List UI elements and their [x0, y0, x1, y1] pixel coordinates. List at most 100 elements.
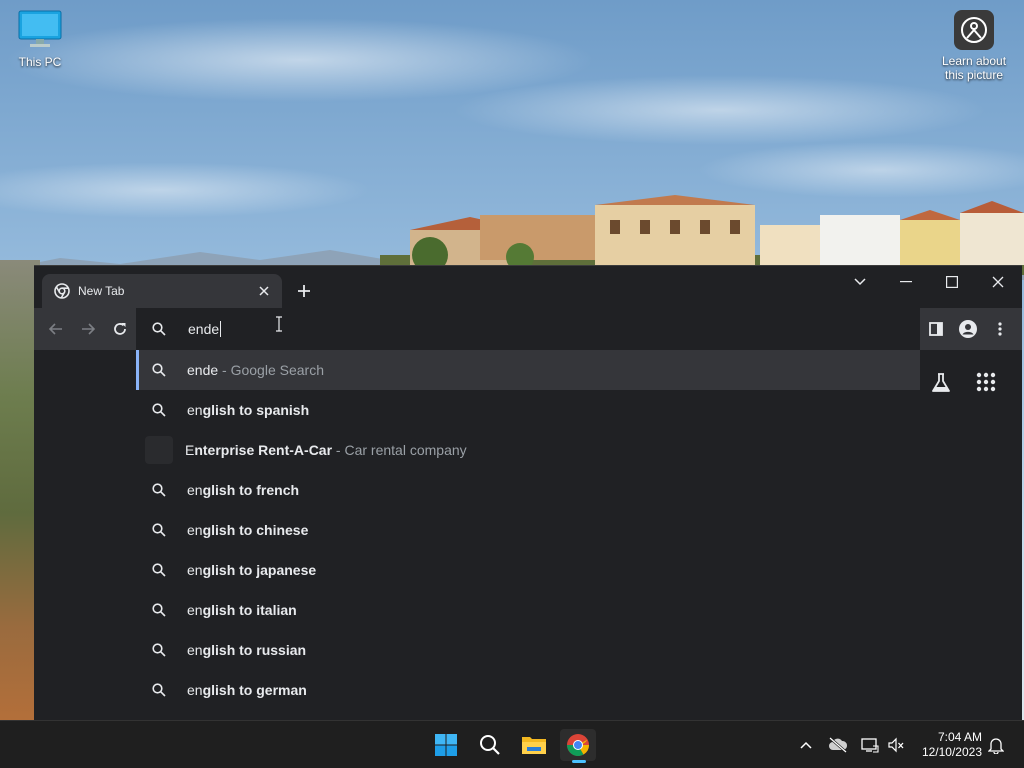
suggestion-item[interactable]: english to german — [136, 670, 920, 710]
maximize-button[interactable] — [932, 270, 972, 294]
reload-button[interactable] — [110, 319, 130, 339]
menu-button[interactable] — [990, 319, 1010, 339]
suggestion-typed: en — [187, 682, 203, 698]
suggestion-typed: en — [187, 602, 203, 618]
search-icon — [152, 683, 166, 697]
search-icon — [152, 523, 166, 537]
suggestion-typed: en — [187, 482, 203, 498]
search-icon — [152, 483, 166, 497]
forward-button[interactable] — [78, 319, 98, 339]
tab-search-button[interactable] — [840, 270, 880, 294]
suggestion-text: english to spanish — [187, 402, 309, 418]
entity-icon — [145, 436, 173, 464]
clock-time: 7:04 AM — [937, 730, 982, 744]
labs-button[interactable] — [930, 372, 952, 399]
arrow-right-icon — [82, 323, 96, 335]
ibeam-cursor-icon — [276, 316, 282, 332]
desktop-icon-label: Learn about this picture — [941, 54, 1007, 82]
suggestion-item[interactable]: english to japanese — [136, 550, 920, 590]
close-window-button[interactable] — [978, 270, 1018, 294]
suggestion-item[interactable]: ende - Google Search — [136, 350, 920, 390]
more-vertical-icon — [998, 322, 1002, 336]
search-icon — [152, 322, 166, 336]
suggestion-completion: glish to spanish — [202, 402, 310, 418]
suggestion-text: english to russian — [187, 642, 306, 658]
suggestion-typed: en — [187, 562, 203, 578]
suggestion-item[interactable]: english to russian — [136, 630, 920, 670]
network-button[interactable] — [860, 735, 880, 755]
side-panel-icon — [929, 322, 943, 336]
suggestion-completion: nterprise Rent-A-Car — [194, 442, 333, 458]
tab-close-button[interactable] — [256, 283, 272, 299]
volume-button[interactable] — [886, 735, 906, 755]
suggestion-text: ende - Google Search — [187, 362, 324, 378]
reload-icon — [114, 323, 126, 335]
folder-icon — [522, 737, 546, 754]
suggestion-text: english to japanese — [187, 562, 316, 578]
suggestion-completion: glish to german — [202, 682, 307, 698]
profile-icon — [959, 320, 977, 338]
active-app-indicator — [572, 760, 586, 763]
suggestion-item[interactable]: english to italian — [136, 590, 920, 630]
tab-new-tab[interactable]: New Tab — [42, 274, 282, 308]
suggestion-completion: glish to japanese — [202, 562, 317, 578]
system-clock[interactable]: 7:04 AM 12/10/2023 — [912, 730, 982, 760]
arrow-left-icon — [48, 323, 62, 335]
suggestion-typed: E — [185, 442, 195, 458]
suggestion-text: english to chinese — [187, 522, 308, 538]
close-icon — [259, 286, 269, 296]
tab-strip: New Tab — [34, 266, 1022, 308]
start-button[interactable] — [428, 729, 464, 761]
suggestion-item[interactable]: Enterprise Rent-A-Car - Car rental compa… — [136, 430, 920, 470]
text-caret — [220, 321, 222, 337]
search-icon — [152, 363, 166, 377]
chrome-favicon-icon — [54, 283, 70, 299]
address-input-value: ende — [188, 321, 220, 337]
desktop-icon-label: This PC — [18, 55, 62, 69]
chevron-up-icon — [800, 741, 812, 749]
suggestion-item[interactable]: english to french — [136, 470, 920, 510]
suggestion-item[interactable]: english to spanish — [136, 390, 920, 430]
tab-title: New Tab — [78, 284, 125, 298]
flask-icon — [932, 373, 950, 392]
chrome-taskbar-button[interactable] — [560, 729, 596, 763]
suggestion-typed: en — [187, 642, 203, 658]
suggestion-item[interactable]: english to chinese — [136, 510, 920, 550]
show-hidden-icons-button[interactable] — [796, 735, 816, 755]
suggestion-text: english to french — [187, 482, 299, 498]
search-icon — [152, 603, 166, 617]
suggestion-text: english to italian — [187, 602, 297, 618]
search-icon — [480, 735, 500, 755]
suggestion-completion: glish to chinese — [202, 522, 309, 538]
windows-logo-icon — [435, 734, 457, 756]
minimize-button[interactable] — [886, 270, 926, 294]
monitor-icon — [18, 10, 62, 47]
suggestion-description: - Google Search — [218, 362, 324, 378]
side-panel-button[interactable] — [926, 319, 946, 339]
desktop-icon-learn-about-picture[interactable]: Learn about this picture — [934, 10, 1014, 82]
bell-icon — [988, 738, 1004, 754]
desktop-icon-this-pc[interactable]: This PC — [0, 10, 80, 69]
taskbar: 7:04 AM 12/10/2023 — [0, 720, 1024, 768]
browser-window: New Tab ende ende - Google Search englis… — [34, 265, 1022, 721]
search-icon — [152, 403, 166, 417]
suggestion-completion: glish to russian — [202, 642, 307, 658]
onedrive-button[interactable] — [828, 735, 848, 755]
profile-button[interactable] — [958, 319, 978, 339]
address-bar[interactable]: ende — [136, 308, 920, 350]
search-icon — [152, 643, 166, 657]
chevron-down-icon — [854, 278, 866, 286]
search-icon — [152, 563, 166, 577]
file-explorer-button[interactable] — [516, 729, 552, 761]
google-apps-button[interactable] — [976, 372, 996, 397]
notifications-button[interactable] — [986, 735, 1006, 755]
clock-date: 12/10/2023 — [921, 745, 982, 759]
hilltop-town — [380, 195, 1024, 275]
suggestion-completion: glish to french — [202, 482, 300, 498]
back-button[interactable] — [46, 319, 66, 339]
taskbar-search-button[interactable] — [472, 729, 508, 761]
close-icon — [992, 276, 1004, 288]
plus-icon — [298, 285, 310, 297]
new-tab-button[interactable] — [294, 281, 314, 301]
suggestion-completion: glish to italian — [202, 602, 297, 618]
